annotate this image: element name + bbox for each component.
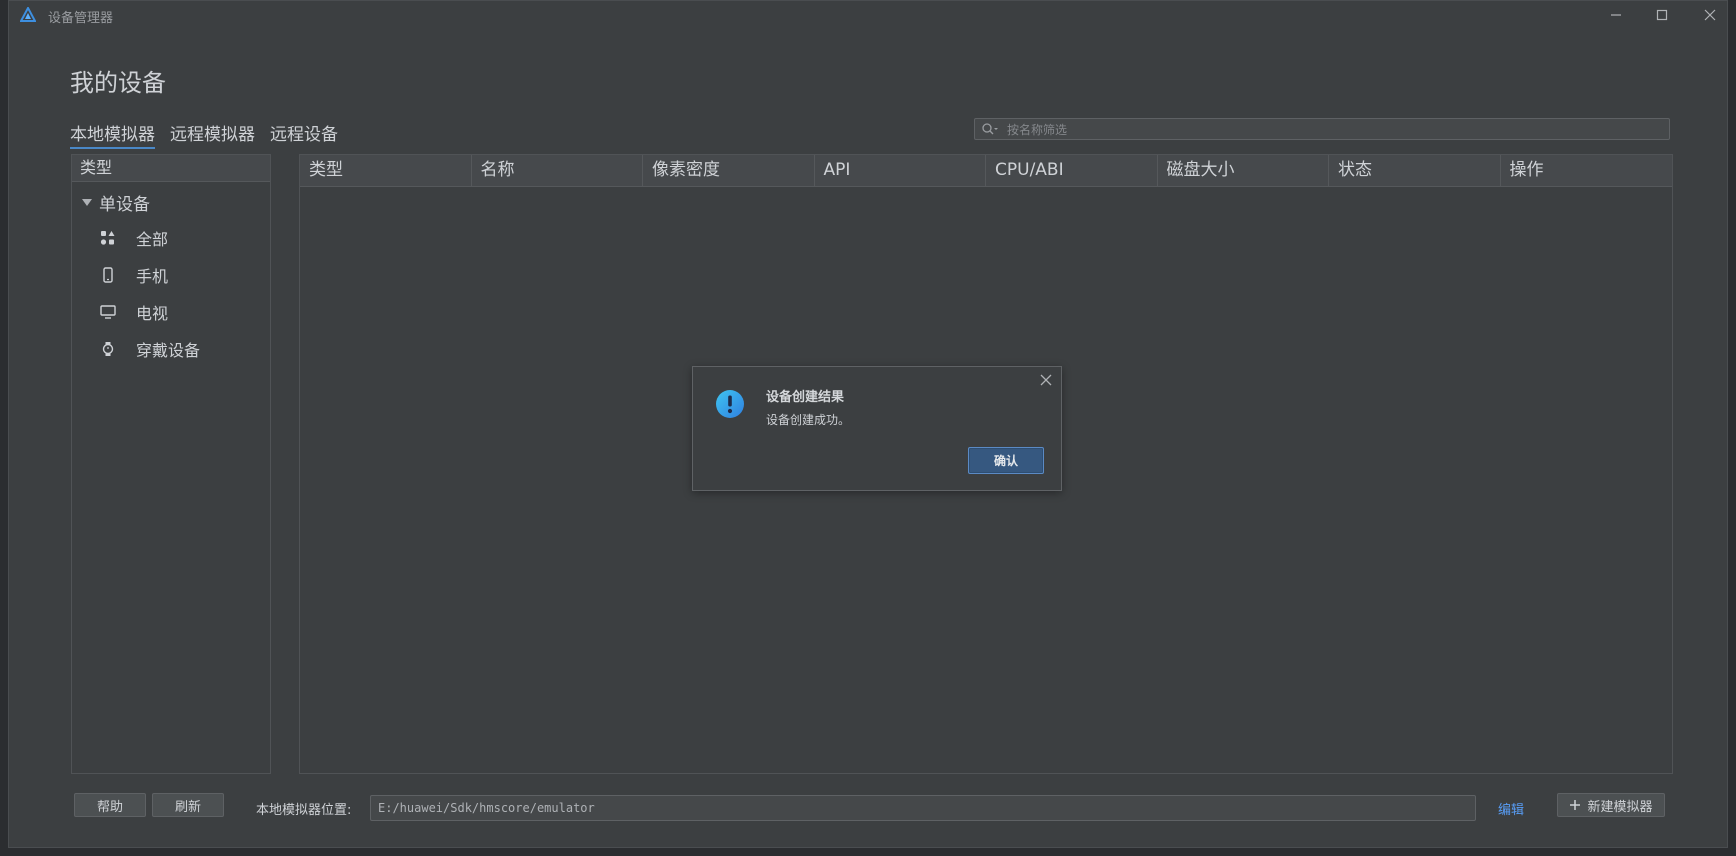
result-dialog: 设备创建结果 设备创建成功。 确认 (692, 366, 1062, 491)
app-logo-icon (20, 7, 36, 22)
tree-item-label: 手机 (136, 267, 169, 286)
plus-icon (1570, 800, 1581, 810)
new-emulator-label: 新建模拟器 (1587, 799, 1653, 815)
grid-icon (100, 230, 116, 246)
search-icon (982, 123, 998, 135)
column-header-api[interactable]: API (815, 155, 986, 186)
tv-icon (100, 304, 116, 320)
tab-remote-device[interactable]: 远程设备 (270, 120, 338, 147)
confirm-button[interactable]: 确认 (968, 447, 1044, 474)
tree-item-all[interactable]: 全部 (100, 227, 168, 249)
tab-remote-emulator[interactable]: 远程模拟器 (170, 120, 255, 147)
maximize-button[interactable] (1651, 5, 1673, 25)
tree-item-label: 全部 (136, 230, 169, 249)
dialog-message: 设备创建成功。 (766, 413, 851, 427)
minimize-button[interactable] (1605, 5, 1627, 25)
filter-input[interactable] (1005, 119, 1659, 141)
window-title: 设备管理器 (48, 11, 114, 26)
dialog-title: 设备创建结果 (766, 390, 845, 405)
minimize-icon (1611, 14, 1621, 16)
table-header: 类型 名称 像素密度 API CPU/ABI 磁盘大小 状态 操作 (300, 155, 1672, 187)
new-emulator-button[interactable]: 新建模拟器 (1557, 793, 1665, 817)
column-header-cpu-abi[interactable]: CPU/ABI (986, 155, 1158, 186)
column-header-status[interactable]: 状态 (1329, 155, 1501, 186)
column-header-name[interactable]: 名称 (472, 155, 643, 186)
tree-item-phone[interactable]: 手机 (100, 264, 168, 286)
tab-local-emulator[interactable]: 本地模拟器 (70, 120, 155, 149)
info-alert-icon (716, 390, 744, 418)
close-icon (1704, 9, 1716, 21)
type-header: 类型 (72, 155, 270, 182)
page-title: 我的设备 (70, 69, 166, 97)
column-header-disk-size[interactable]: 磁盘大小 (1158, 155, 1329, 186)
emulator-path-input[interactable] (370, 795, 1476, 821)
tree-item-label: 电视 (136, 304, 169, 323)
device-type-panel: 类型 单设备 全部 手机 电视 穿戴设备 (71, 154, 271, 774)
filter-search-box (974, 118, 1670, 141)
maximize-icon (1656, 9, 1668, 21)
close-window-button[interactable] (1699, 5, 1721, 25)
dialog-close-icon[interactable] (1039, 373, 1053, 387)
help-button[interactable]: 帮助 (74, 793, 146, 817)
tree-item-label: 穿戴设备 (136, 341, 201, 360)
column-header-actions[interactable]: 操作 (1501, 155, 1673, 186)
watch-icon (100, 341, 116, 357)
column-header-density[interactable]: 像素密度 (643, 155, 815, 186)
tree-item-tv[interactable]: 电视 (100, 301, 168, 323)
refresh-button[interactable]: 刷新 (152, 793, 224, 817)
tree-group-single-device[interactable]: 单设备 (82, 190, 150, 215)
tree-item-wearable[interactable]: 穿戴设备 (100, 338, 200, 360)
emulator-path-label: 本地模拟器位置: (256, 803, 352, 818)
expand-arrow-icon (82, 199, 92, 206)
device-manager-window: 设备管理器 我的设备 本地模拟器 远程模拟器 远程设备 类型 单设备 (8, 0, 1728, 848)
phone-icon (100, 267, 116, 283)
column-header-type[interactable]: 类型 (300, 155, 472, 186)
title-bar: 设备管理器 (9, 1, 1727, 29)
edit-path-link[interactable]: 编辑 (1498, 799, 1524, 818)
tree-group-label: 单设备 (99, 195, 150, 215)
